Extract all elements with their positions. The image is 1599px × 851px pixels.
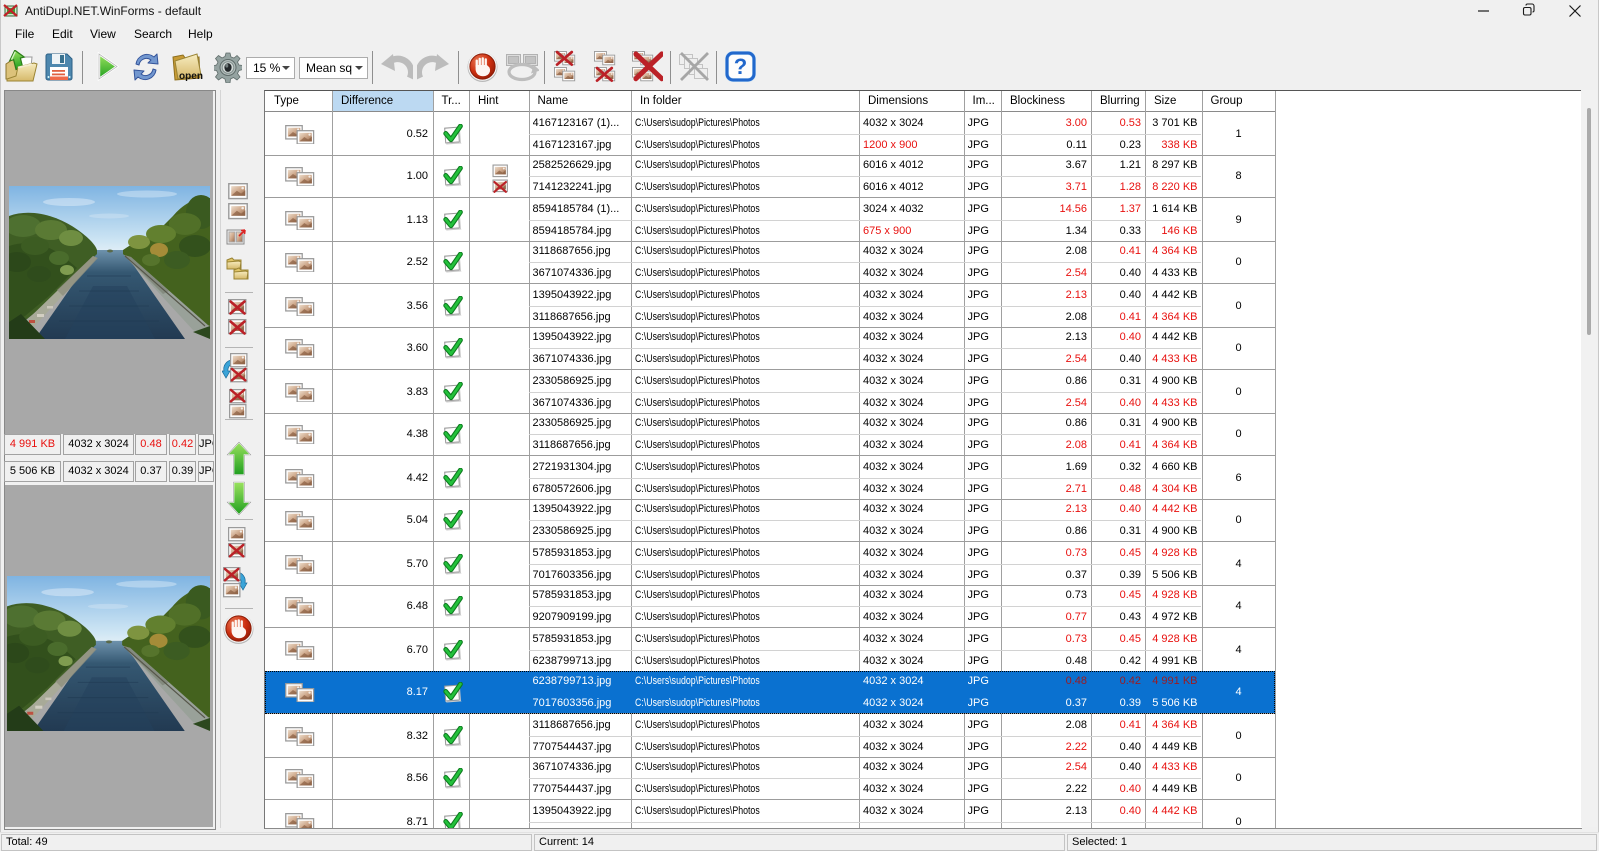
svg-text:?: ? (734, 54, 747, 79)
svg-text:open: open (179, 71, 203, 82)
